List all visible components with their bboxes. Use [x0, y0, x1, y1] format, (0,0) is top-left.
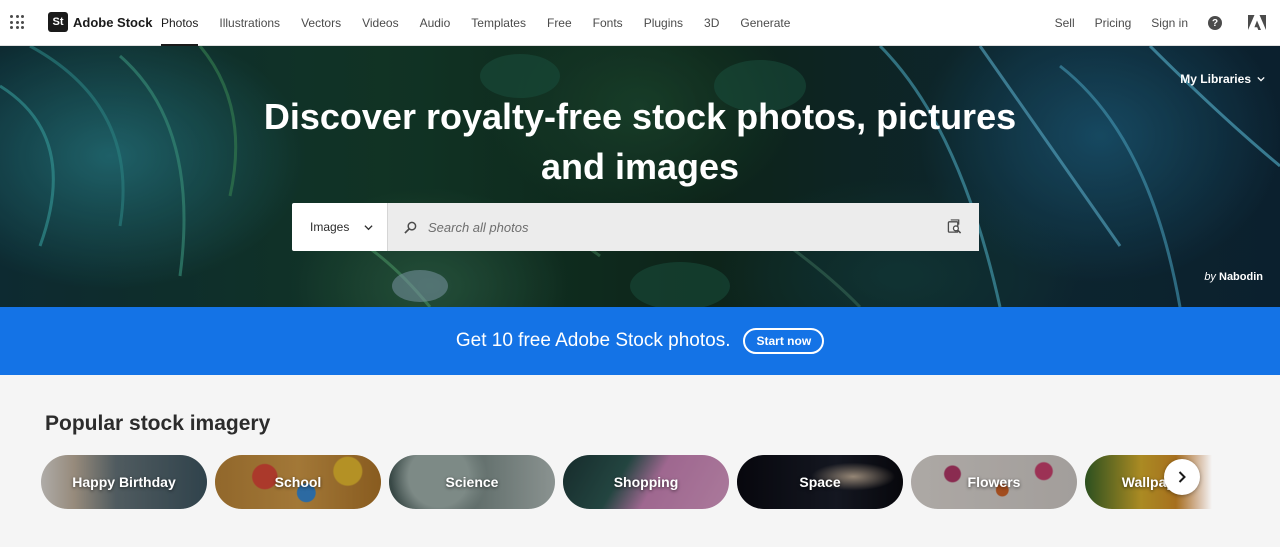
- credit-author: Nabodin: [1219, 271, 1263, 283]
- free-photos-promo: Get 10 free Adobe Stock photos. Start no…: [0, 307, 1280, 375]
- nav-link-fonts[interactable]: Fonts: [593, 0, 623, 46]
- category-label: Shopping: [613, 474, 679, 490]
- asset-type-nav: Photos Illustrations Vectors Videos Audi…: [161, 0, 811, 46]
- search-input[interactable]: [428, 203, 928, 251]
- adobe-stock-logo[interactable]: St Adobe Stock: [48, 12, 152, 32]
- sign-in-link[interactable]: Sign in: [1151, 16, 1188, 30]
- search-bar: Images: [292, 203, 979, 251]
- visual-search-icon[interactable]: [947, 219, 962, 234]
- nav-link-vectors[interactable]: Vectors: [301, 0, 341, 46]
- category-happy-birthday[interactable]: Happy Birthday: [41, 455, 207, 509]
- search-field: [388, 203, 979, 251]
- sell-link[interactable]: Sell: [1055, 16, 1075, 30]
- nav-link-3d[interactable]: 3D: [704, 0, 719, 46]
- nav-link-free[interactable]: Free: [547, 0, 572, 46]
- my-libraries-dropdown[interactable]: My Libraries: [1180, 72, 1265, 86]
- category-school[interactable]: School: [215, 455, 381, 509]
- category-science[interactable]: Science: [389, 455, 555, 509]
- top-navigation: St Adobe Stock Photos Illustrations Vect…: [0, 0, 1280, 46]
- chevron-right-icon: [1178, 471, 1186, 483]
- category-label: School: [274, 474, 322, 490]
- asset-type-selected: Images: [310, 220, 350, 234]
- hero-title: Discover royalty-free stock photos, pict…: [263, 96, 1017, 187]
- carousel-next-button[interactable]: [1164, 459, 1200, 495]
- category-flowers[interactable]: Flowers: [911, 455, 1077, 509]
- category-label: Science: [445, 474, 499, 490]
- photo-credit[interactable]: by Nabodin: [1204, 271, 1263, 283]
- brand-name: Adobe Stock: [73, 14, 153, 30]
- search-icon: [404, 221, 417, 234]
- category-shopping[interactable]: Shopping: [563, 455, 729, 509]
- my-libraries-label: My Libraries: [1180, 72, 1251, 86]
- nav-link-plugins[interactable]: Plugins: [644, 0, 683, 46]
- start-now-button[interactable]: Start now: [743, 328, 825, 354]
- promo-text: Get 10 free Adobe Stock photos.: [455, 330, 731, 351]
- nav-link-templates[interactable]: Templates: [471, 0, 526, 46]
- popular-imagery-heading: Popular stock imagery: [45, 412, 271, 435]
- adobe-logo-icon[interactable]: [1248, 15, 1266, 31]
- stock-badge-icon: St: [48, 12, 68, 32]
- nav-link-generate[interactable]: Generate: [740, 0, 790, 46]
- account-nav: Sell Pricing Sign in ?: [1055, 0, 1280, 46]
- category-space[interactable]: Space: [737, 455, 903, 509]
- pricing-link[interactable]: Pricing: [1095, 16, 1132, 30]
- nav-link-audio[interactable]: Audio: [420, 0, 451, 46]
- hero-banner: Discover royalty-free stock photos, pict…: [0, 46, 1280, 307]
- nav-link-videos[interactable]: Videos: [362, 0, 398, 46]
- asset-type-select[interactable]: Images: [292, 203, 388, 251]
- help-icon[interactable]: ?: [1208, 16, 1222, 30]
- category-label: Flowers: [967, 474, 1021, 490]
- chevron-down-icon: [1257, 76, 1265, 82]
- credit-by: by: [1204, 271, 1216, 283]
- chevron-down-icon: [364, 225, 373, 231]
- app-switcher-icon[interactable]: [10, 15, 24, 29]
- category-label: Space: [799, 474, 841, 490]
- nav-link-photos[interactable]: Photos: [161, 0, 199, 46]
- category-label: Happy Birthday: [72, 474, 176, 490]
- category-carousel: Happy Birthday School Science Shopping S…: [36, 441, 1236, 523]
- nav-link-illustrations[interactable]: Illustrations: [219, 0, 280, 46]
